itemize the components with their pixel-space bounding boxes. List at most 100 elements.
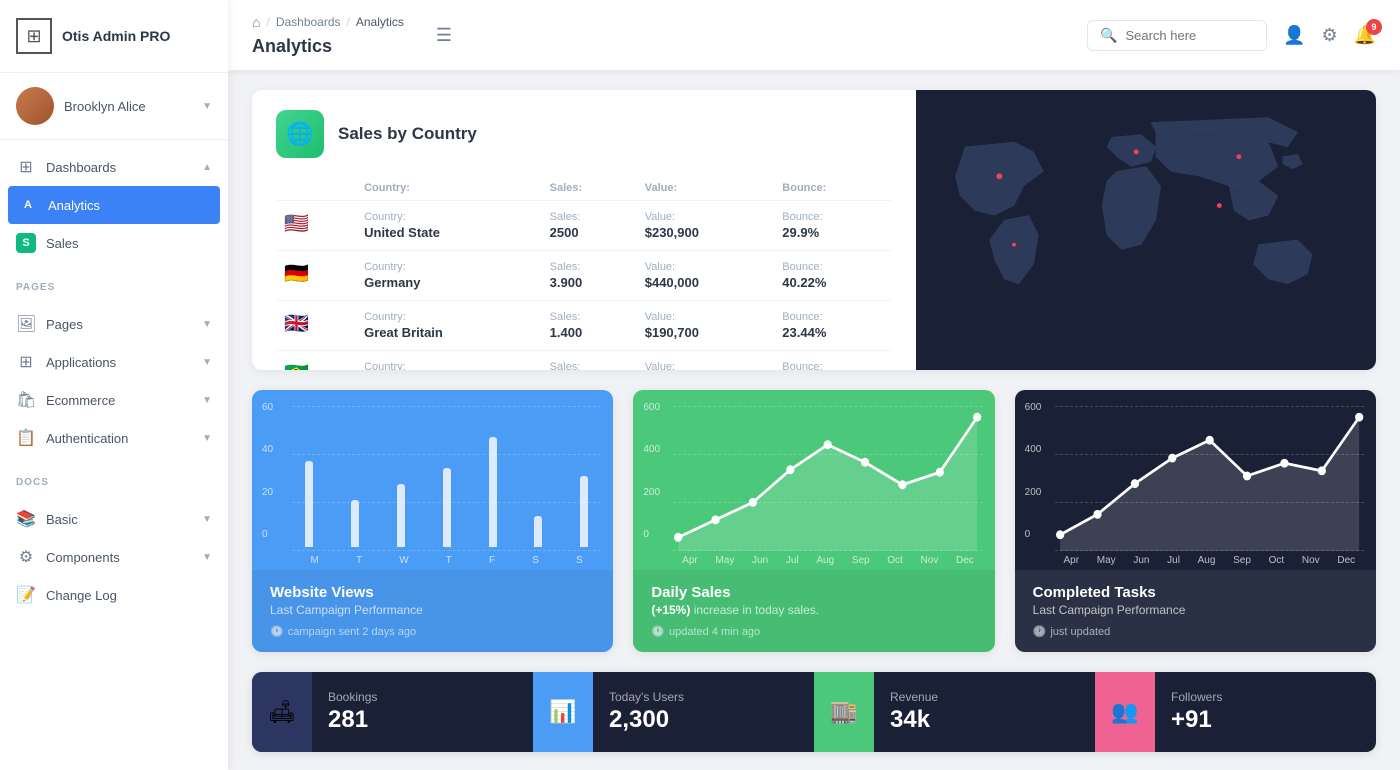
table-row: 🇺🇸 Country: United State Sales: 2500 Val… (276, 201, 892, 251)
sales-cell: Sales: 562 (542, 351, 637, 371)
ecommerce-icon: 🛍 (16, 390, 36, 410)
bar-group (430, 406, 464, 547)
country-cell: Country: Germany (356, 251, 542, 301)
world-map-svg (926, 90, 1366, 370)
analytics-label: Analytics (48, 198, 210, 213)
dashboards-icon: ⊞ (16, 157, 36, 177)
pages-section-label: PAGES (0, 270, 228, 297)
daily-sales-title: Daily Sales (651, 584, 976, 601)
clock-icon-3: 🕐 (1033, 625, 1047, 638)
components-nav-label: Components (46, 550, 192, 565)
col-value: Value: (637, 178, 775, 201)
logo-icon: ⊞ (16, 18, 52, 54)
nav-item-analytics[interactable]: A Analytics (8, 186, 220, 224)
search-box[interactable]: 🔍 (1087, 20, 1267, 51)
breadcrumb-dashboards: Dashboards (276, 15, 341, 29)
sidebar-logo: ⊞ Otis Admin PRO (0, 0, 228, 73)
sales-letter: S (16, 233, 36, 253)
country-cell: Country: United State (356, 201, 542, 251)
menu-toggle-button[interactable]: ☰ (428, 21, 460, 50)
country-cell: Country: Brasil (356, 351, 542, 371)
ecommerce-nav-label: Ecommerce (46, 393, 192, 408)
col-country: Country: (356, 178, 542, 201)
settings-icon[interactable]: ⚙ (1321, 25, 1337, 46)
breadcrumb-analytics: Analytics (356, 15, 404, 29)
stats-row: 🛋 Bookings 281 📊 Today's Users 2,300 🏬 R… (252, 672, 1376, 752)
stat-item: Today's Users 2,300 (593, 678, 814, 746)
breadcrumb-sep1: / (266, 15, 269, 29)
dashboards-chevron-icon: ▲ (202, 162, 212, 173)
bar-chart (292, 406, 601, 551)
stat-icon: 🛋 (268, 699, 296, 725)
bar-group (338, 406, 372, 547)
nav-item-pages[interactable]: 🖼 Pages ▼ (0, 305, 228, 343)
bounce-cell: Bounce: 32.14% (774, 351, 892, 371)
stat-icon-wrap: 🏬 (814, 672, 874, 752)
nav-item-applications[interactable]: ⊞ Applications ▼ (0, 343, 228, 381)
auth-chevron-icon: ▼ (202, 433, 212, 444)
sales-card-icon: 🌐 (276, 110, 324, 158)
nav-item-dashboards[interactable]: ⊞ Dashboards ▲ (0, 148, 228, 186)
flag-cell: 🇧🇷 (276, 351, 356, 371)
analytics-letter: A (18, 195, 38, 215)
header: ⌂ / Dashboards / Analytics Analytics ☰ 🔍… (228, 0, 1400, 70)
nav-item-basic[interactable]: 📚 Basic ▼ (0, 500, 228, 538)
pages-chevron-icon: ▼ (202, 319, 212, 330)
daily-sales-info: Daily Sales (+15%) increase in today sal… (633, 570, 994, 652)
stat-icon-wrap: 👥 (1095, 672, 1155, 752)
stat-item: Revenue 34k (874, 678, 1095, 746)
bar (580, 476, 588, 547)
value-cell: Value: $190,700 (637, 301, 775, 351)
auth-icon: 📋 (16, 428, 36, 448)
completed-tasks-chart-inner (1055, 406, 1364, 551)
nav-item-sales[interactable]: S Sales (0, 224, 228, 262)
stat-label: Followers (1171, 690, 1360, 704)
value-cell: Value: $230,900 (637, 201, 775, 251)
sidebar: ⊞ Otis Admin PRO Brooklyn Alice ▼ ⊞ Dash… (0, 0, 228, 770)
completed-tasks-svg (1055, 406, 1364, 551)
website-views-x-labels: M T W T F S S (292, 551, 601, 570)
flag-cell: 🇺🇸 (276, 201, 356, 251)
home-icon: ⌂ (252, 14, 260, 30)
daily-sales-subtitle: (+15%) increase in today sales. (651, 603, 976, 617)
table-row: 🇧🇷 Country: Brasil Sales: 562 Value: $14… (276, 351, 892, 371)
sales-left: 🌐 Sales by Country Country: Sales: Value… (252, 90, 916, 370)
col-sales: Sales: (542, 178, 637, 201)
flag-cell: 🇩🇪 (276, 251, 356, 301)
nav-item-changelog[interactable]: 📝 Change Log (0, 576, 228, 614)
bar (489, 437, 497, 547)
changelog-icon: 📝 (16, 585, 36, 605)
avatar (16, 87, 54, 125)
user-icon[interactable]: 👤 (1283, 25, 1305, 46)
bounce-cell: Bounce: 29.9% (774, 201, 892, 251)
completed-tasks-time: 🕐 just updated (1033, 625, 1358, 638)
sales-card-title: Sales by Country (338, 124, 477, 144)
completed-tasks-info: Completed Tasks Last Campaign Performanc… (1015, 570, 1376, 652)
value-cell: Value: $143,960 (637, 351, 775, 371)
dashboards-section: ⊞ Dashboards ▲ A Analytics S Sales (0, 140, 228, 270)
stat-icon: 👥 (1111, 699, 1138, 725)
daily-sales-chart-inner (673, 406, 982, 551)
nav-item-ecommerce[interactable]: 🛍 Ecommerce ▼ (0, 381, 228, 419)
stat-value: 2,300 (609, 706, 798, 734)
website-views-time: 🕐 campaign sent 2 days ago (270, 625, 595, 638)
nav-item-components[interactable]: ⚙ Components ▼ (0, 538, 228, 576)
completed-tasks-card: 600 400 200 0 (1015, 390, 1376, 652)
main-area: ⌂ / Dashboards / Analytics Analytics ☰ 🔍… (228, 0, 1400, 770)
breadcrumb: ⌂ / Dashboards / Analytics Analytics (252, 14, 404, 57)
clock-icon-2: 🕐 (651, 625, 665, 638)
website-views-y-labels: 60 40 20 0 (262, 402, 273, 540)
search-input[interactable] (1125, 28, 1254, 43)
bar-group (522, 406, 556, 547)
sales-label: Sales (46, 236, 212, 251)
completed-tasks-title: Completed Tasks (1033, 584, 1358, 601)
pages-nav: 🖼 Pages ▼ ⊞ Applications ▼ 🛍 Ecommerce ▼… (0, 297, 228, 465)
bar-group (567, 406, 601, 547)
nav-item-authentication[interactable]: 📋 Authentication ▼ (0, 419, 228, 457)
notification-badge: 9 (1366, 19, 1382, 35)
sales-cell: Sales: 2500 (542, 201, 637, 251)
basic-nav-label: Basic (46, 512, 192, 527)
header-icons: 👤 ⚙ 🔔 9 (1283, 25, 1376, 46)
notification-icon[interactable]: 🔔 9 (1354, 25, 1376, 46)
sidebar-user[interactable]: Brooklyn Alice ▼ (0, 73, 228, 140)
